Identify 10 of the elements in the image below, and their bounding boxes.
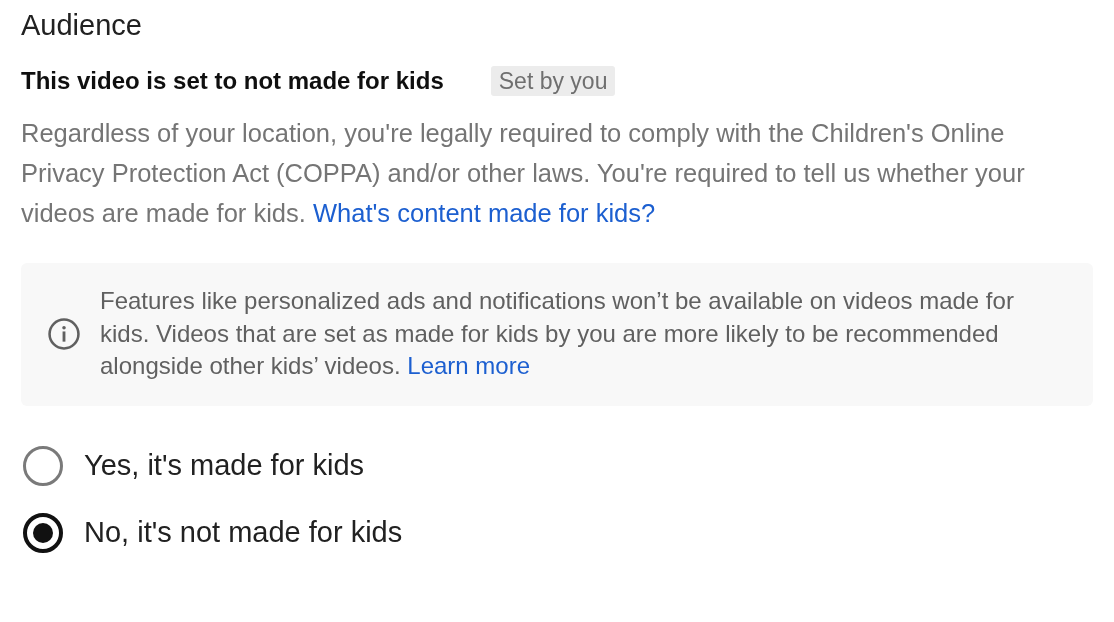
set-by-tag: Set by you [490,66,616,96]
info-icon [47,316,81,351]
content-help-link[interactable]: What's content made for kids? [313,199,656,227]
status-label: This video is set to not made for kids [21,67,444,95]
radio-option[interactable]: No, it's not made for kids [21,510,403,555]
section-title: Audience [21,8,143,42]
learn-more-link[interactable]: Learn more [407,352,531,379]
description-text: Regardless of your location, you're legally required to comply with the Children's Online Privacy Protection Act (COPPA) and/or other laws. You're required to tell us whether your videos are made for kids. What's content made for kids? [21,118,1026,229]
notice-text: Features like personalized ads and notifications won’t be available on videos made for kids. Videos that are set as made for kids by you are more likely to be recommended alongside other kids’ videos. Learn more [100,286,1015,381]
radio-option[interactable]: Yes, it's made for kids [21,443,365,488]
